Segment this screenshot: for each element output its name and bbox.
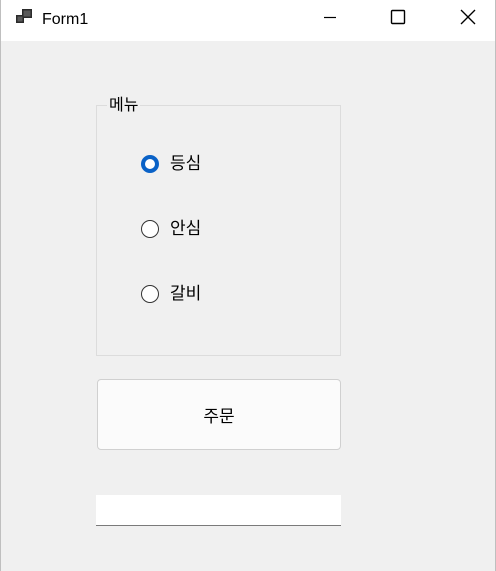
close-icon [459, 8, 477, 30]
radio-option-ribs[interactable]: 갈비 [141, 283, 201, 305]
menu-groupbox [96, 105, 341, 356]
radio-option-sirloin[interactable]: 등심 [141, 153, 201, 175]
radio-button-unchecked[interactable] [141, 220, 159, 238]
window-title: Form1 [42, 11, 89, 28]
radio-label: 안심 [170, 219, 202, 239]
form-client-area: 메뉴 등심 안심 갈비 주문 [1, 41, 495, 571]
maximize-button[interactable] [363, 0, 433, 38]
result-textbox[interactable] [96, 495, 341, 526]
minimize-button[interactable] [295, 0, 365, 38]
minimize-icon [322, 9, 338, 29]
app-icon [16, 9, 34, 25]
menu-groupbox-label: 메뉴 [107, 95, 141, 115]
radio-button-unchecked[interactable] [141, 285, 159, 303]
app-window: Form1 메뉴 등심 안심 갈비 주문 [0, 0, 496, 571]
radio-button-checked[interactable] [141, 155, 159, 173]
maximize-icon [390, 9, 406, 29]
order-button[interactable]: 주문 [97, 379, 341, 450]
close-button[interactable] [433, 0, 496, 38]
title-bar[interactable]: Form1 [1, 0, 495, 41]
radio-option-tenderloin[interactable]: 안심 [141, 218, 201, 240]
radio-label: 갈비 [170, 284, 202, 304]
radio-label: 등심 [170, 154, 202, 174]
